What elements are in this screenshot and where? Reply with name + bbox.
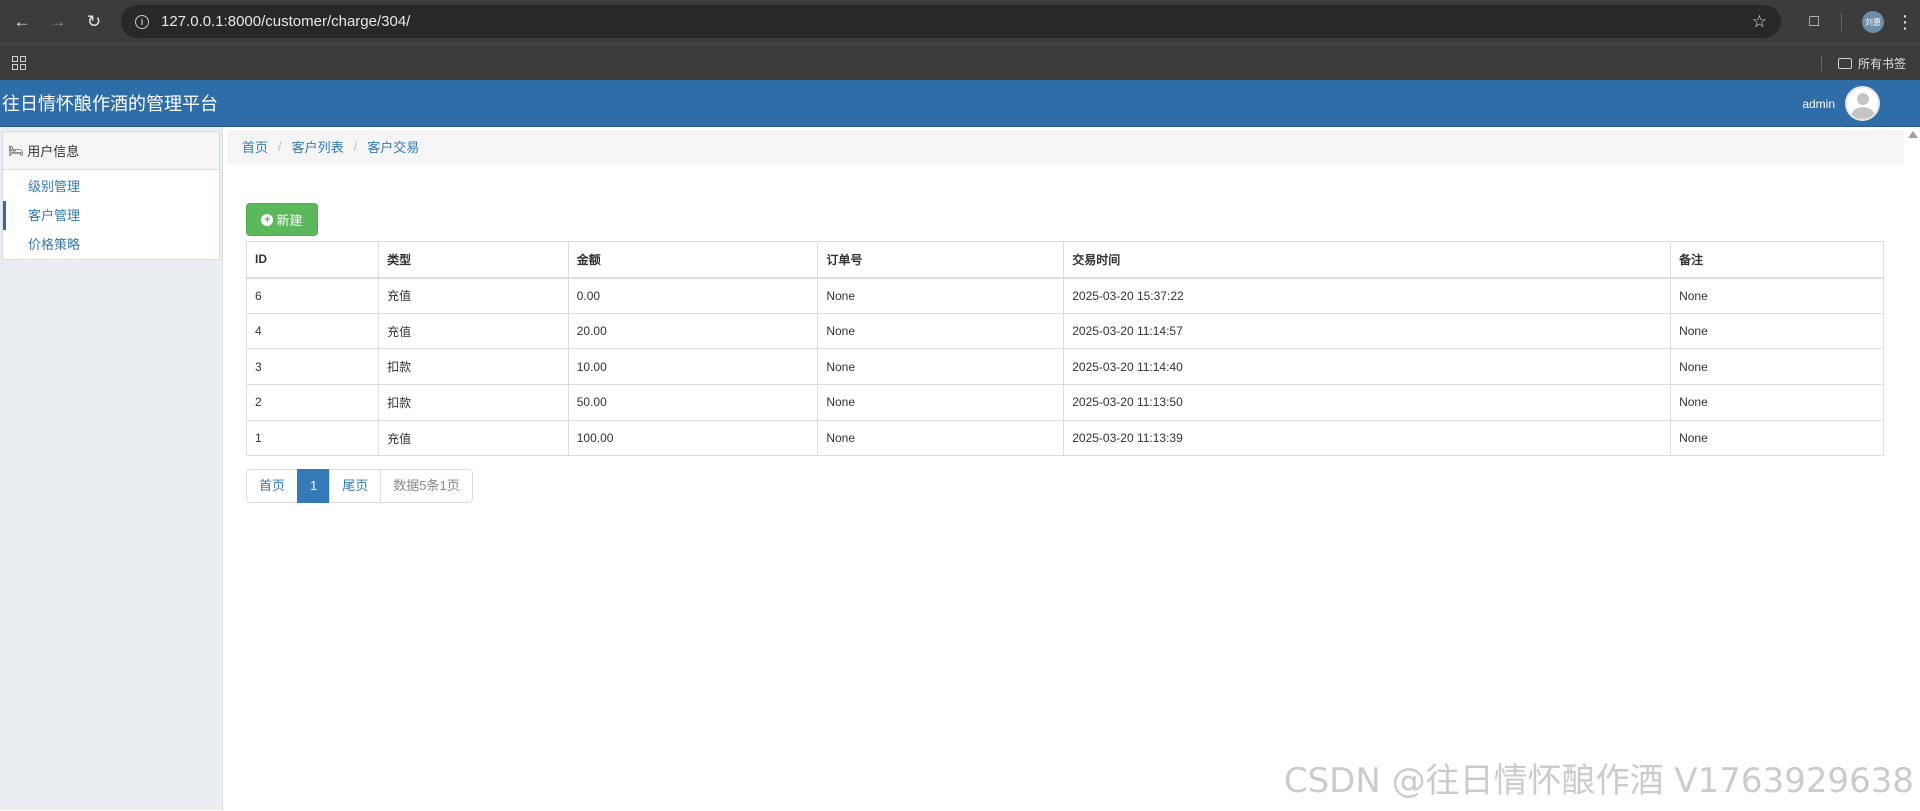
browser-toolbar: ← → ↻ i 127.0.0.1:8000/customer/charge/3… — [0, 0, 1920, 44]
breadcrumb-customer-list[interactable]: 客户列表 — [292, 137, 344, 156]
cell-id: 1 — [245, 419, 380, 457]
cell-id: 4 — [245, 312, 380, 350]
page-current[interactable]: 1 — [297, 469, 331, 503]
cell-remark: None — [1670, 312, 1884, 350]
page-first[interactable]: 首页 — [246, 469, 299, 503]
cell-order-no: None — [817, 348, 1065, 386]
cell-id: 2 — [245, 384, 380, 421]
breadcrumb: 首页 / 客户列表 / 客户交易 — [227, 130, 1904, 163]
cell-remark: None — [1670, 348, 1884, 386]
url-text[interactable]: 127.0.0.1:8000/customer/charge/304/ — [161, 13, 1752, 30]
cell-time: 2025-03-20 11:13:50 — [1063, 384, 1672, 421]
bookmarks-bar: 所有书签 — [0, 44, 1920, 80]
sidebar-panel: 🛏 用户信息 级别管理 客户管理 价格策略 — [2, 131, 220, 260]
brand-title[interactable]: 往日情怀酿作酒的管理平台 — [2, 90, 218, 116]
transaction-table: ID 类型 金额 订单号 交易时间 备注 6 充值 0.00 None 2025… — [245, 241, 1884, 457]
cell-amount: 100.00 — [567, 419, 819, 457]
cell-amount: 0.00 — [567, 277, 819, 314]
col-order-no: 订单号 — [817, 241, 1065, 279]
cell-type: 充值 — [378, 277, 569, 314]
table-row: 4 充值 20.00 None 2025-03-20 11:14:57 None — [245, 312, 1884, 350]
breadcrumb-home[interactable]: 首页 — [242, 137, 268, 156]
app-header: 往日情怀酿作酒的管理平台 admin — [0, 80, 1920, 127]
cell-type: 充值 — [378, 312, 569, 350]
sidebar-heading-label: 用户信息 — [27, 144, 80, 159]
sidebar-heading: 🛏 用户信息 — [3, 132, 219, 170]
toolbar-divider — [1841, 13, 1842, 31]
cell-remark: None — [1670, 277, 1884, 314]
sidebar-item-level[interactable]: 级别管理 — [3, 172, 219, 201]
profile-avatar[interactable]: 刘惠 — [1862, 11, 1884, 33]
extensions-icon[interactable]: □ — [1809, 13, 1819, 31]
sidebar: 🛏 用户信息 级别管理 客户管理 价格策略 — [0, 127, 223, 810]
all-bookmarks-link[interactable]: 所有书签 — [1858, 55, 1906, 72]
cell-amount: 50.00 — [567, 384, 819, 421]
main-content: 首页 / 客户列表 / 客户交易 + 新建 ID 类型 金额 订单号 交易时间 — [225, 127, 1920, 810]
cell-order-no: None — [817, 419, 1065, 457]
sidebar-item-price-policy[interactable]: 价格策略 — [3, 230, 219, 259]
apps-grid-icon[interactable] — [12, 55, 26, 70]
scrollbar-up-arrow[interactable] — [1908, 131, 1918, 138]
breadcrumb-customer-transaction[interactable]: 客户交易 — [367, 137, 419, 156]
forward-icon[interactable]: → — [44, 8, 72, 36]
new-button[interactable]: + 新建 — [246, 203, 318, 236]
cell-time: 2025-03-20 15:37:22 — [1063, 277, 1672, 314]
cell-type: 充值 — [378, 419, 569, 457]
cell-id: 3 — [245, 348, 380, 386]
back-icon[interactable]: ← — [8, 8, 36, 36]
bookmarks-divider — [1820, 55, 1822, 71]
col-amount: 金额 — [567, 241, 819, 279]
folder-icon — [1837, 57, 1852, 69]
cell-time: 2025-03-20 11:14:40 — [1063, 348, 1672, 386]
col-id: ID — [245, 241, 380, 279]
username[interactable]: admin — [1802, 97, 1835, 111]
bookmark-star-icon[interactable]: ☆ — [1752, 12, 1767, 32]
bed-icon: 🛏 — [8, 143, 24, 158]
cell-id: 6 — [245, 277, 380, 314]
col-time: 交易时间 — [1063, 241, 1672, 279]
watermark: CSDN @往日情怀酿作酒 V1763929638 — [1283, 761, 1914, 801]
address-bar[interactable]: i 127.0.0.1:8000/customer/charge/304/ ☆ — [121, 5, 1781, 38]
table-row: 1 充值 100.00 None 2025-03-20 11:13:39 Non… — [245, 419, 1884, 457]
plus-circle-icon: + — [261, 213, 274, 226]
col-remark: 备注 — [1670, 241, 1884, 279]
reload-icon[interactable]: ↻ — [80, 8, 108, 36]
table-row: 2 扣款 50.00 None 2025-03-20 11:13:50 None — [245, 384, 1884, 421]
new-button-label: 新建 — [276, 213, 303, 228]
cell-type: 扣款 — [378, 384, 569, 421]
cell-order-no: None — [817, 384, 1065, 421]
cell-type: 扣款 — [378, 348, 569, 386]
user-menu[interactable]: admin — [1802, 80, 1880, 127]
pagination: 首页 1 尾页 数据5条1页 — [246, 469, 473, 503]
table-row: 3 扣款 10.00 None 2025-03-20 11:14:40 None — [245, 348, 1884, 386]
cell-remark: None — [1670, 419, 1884, 457]
table-row: 6 充值 0.00 None 2025-03-20 15:37:22 None — [245, 277, 1884, 314]
cell-time: 2025-03-20 11:14:57 — [1063, 312, 1672, 350]
page-info: 数据5条1页 — [380, 469, 473, 503]
cell-order-no: None — [817, 312, 1065, 350]
cell-amount: 20.00 — [567, 312, 819, 350]
cell-order-no: None — [817, 277, 1065, 314]
site-info-icon[interactable]: i — [135, 14, 149, 29]
table-header-row: ID 类型 金额 订单号 交易时间 备注 — [245, 241, 1884, 279]
cell-remark: None — [1670, 384, 1884, 421]
sidebar-item-customer[interactable]: 客户管理 — [3, 201, 219, 230]
page-last[interactable]: 尾页 — [329, 469, 382, 503]
user-avatar[interactable] — [1845, 86, 1880, 121]
col-type: 类型 — [378, 241, 569, 279]
cell-amount: 10.00 — [567, 348, 819, 386]
browser-menu-icon[interactable]: ⋮ — [1896, 12, 1914, 33]
cell-time: 2025-03-20 11:13:39 — [1063, 419, 1672, 457]
